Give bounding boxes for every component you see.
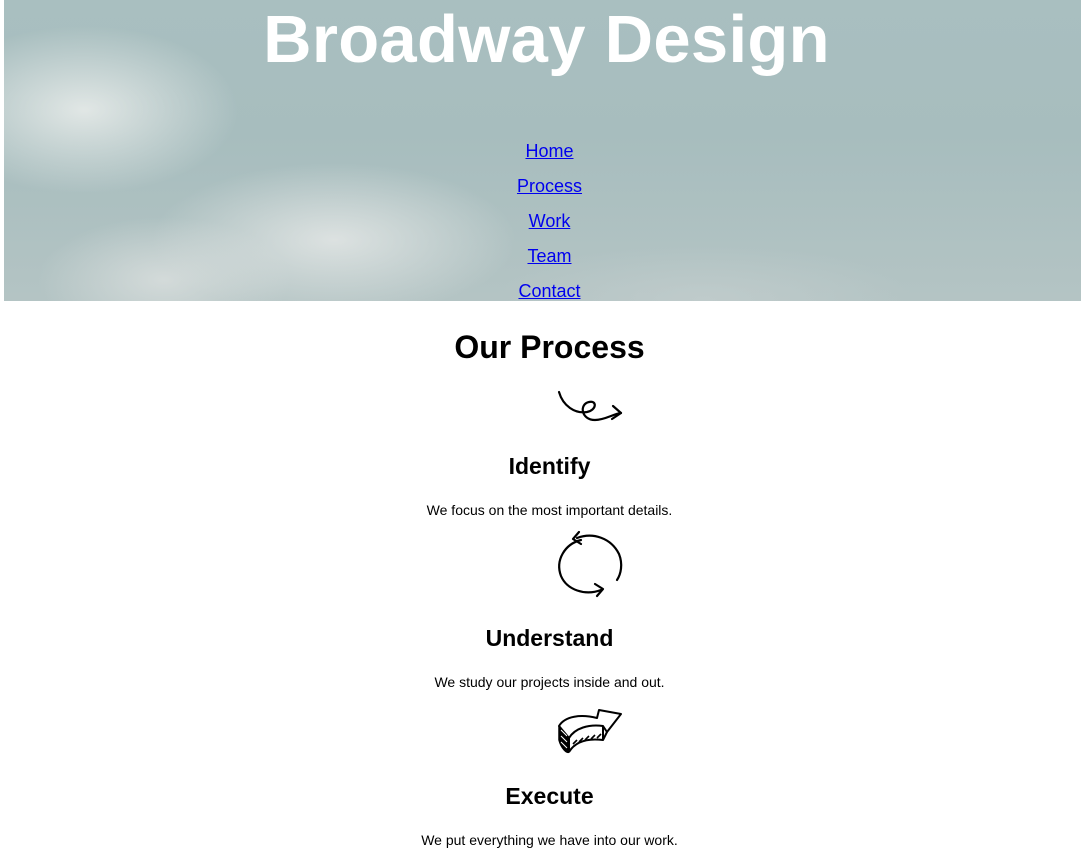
nav-link-work[interactable]: Work xyxy=(529,210,571,232)
step-title-execute: Execute xyxy=(505,783,594,809)
step-desc-execute: We put everything we have into our work. xyxy=(421,832,678,848)
curly-arrow-icon xyxy=(555,384,625,454)
nav-item-process: Process xyxy=(0,175,1081,197)
nav-link-home[interactable]: Home xyxy=(525,140,573,162)
main-nav: Home Process Work Team Contact xyxy=(0,0,1081,310)
process-title: Our Process xyxy=(454,329,645,365)
step-title-identify: Identify xyxy=(508,453,591,479)
nav-item-home: Home xyxy=(0,140,1081,162)
cycle-arrows-icon xyxy=(555,530,625,600)
nav-link-contact[interactable]: Contact xyxy=(518,280,580,302)
step-desc-identify: We focus on the most important details. xyxy=(426,502,673,518)
nav-link-team[interactable]: Team xyxy=(527,245,571,267)
step-desc-understand: We study our projects inside and out. xyxy=(434,674,665,690)
nav-link-process[interactable]: Process xyxy=(517,175,582,197)
page: Broadway Design Home Process Work Team C… xyxy=(0,0,1081,858)
nav-item-contact: Contact xyxy=(0,280,1081,302)
step-title-understand: Understand xyxy=(485,625,614,651)
nav-item-work: Work xyxy=(0,210,1081,232)
nav-item-team: Team xyxy=(0,245,1081,267)
bold-arrow-icon xyxy=(555,700,625,770)
